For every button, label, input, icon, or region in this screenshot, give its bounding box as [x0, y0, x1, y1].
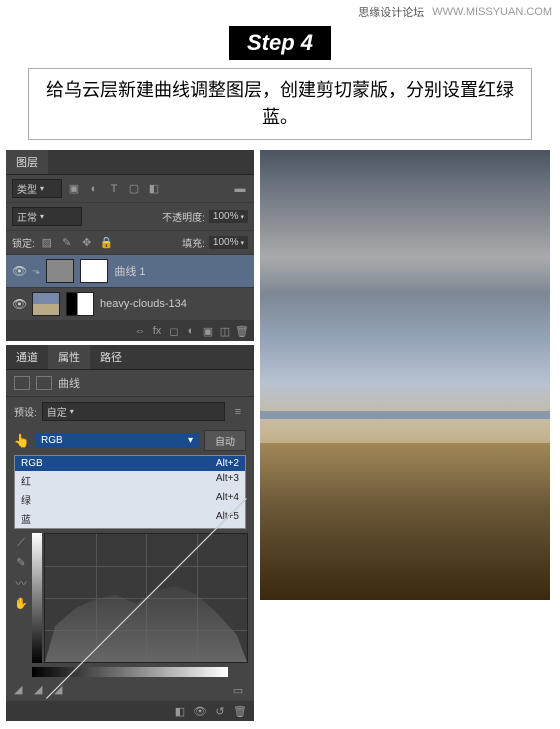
black-point-dropper-icon[interactable]: ◢ [14, 683, 28, 697]
curve-draw-tool-icon[interactable]: ✎ [16, 556, 25, 569]
site-name: 思缘设计论坛 [358, 4, 424, 20]
gray-point-dropper-icon[interactable]: ◢ [34, 683, 48, 697]
site-url: WWW.MISSYUAN.COM [432, 6, 552, 18]
preset-select[interactable]: 自定 [42, 402, 225, 421]
view-previous-icon[interactable]: 👁 [192, 704, 208, 718]
auto-button[interactable]: 自动 [204, 430, 246, 451]
mask-mode-icon[interactable] [36, 376, 52, 390]
fx-icon[interactable]: fx [150, 324, 164, 338]
channel-option-green[interactable]: 绿Alt+4 [15, 490, 245, 509]
trash-icon[interactable]: 🗑 [235, 324, 249, 338]
preset-menu-icon[interactable]: ≡ [230, 405, 246, 419]
curve-hand-icon[interactable]: ✋ [14, 597, 28, 610]
adjustment-title: 曲线 [58, 375, 80, 391]
channel-option-red[interactable]: 红Alt+3 [15, 471, 245, 490]
link-icon[interactable]: ⇔ [133, 324, 147, 338]
tab-channels[interactable]: 通道 [6, 345, 48, 369]
tab-paths[interactable]: 路径 [90, 345, 132, 369]
clip-to-layer-icon[interactable]: ◧ [172, 704, 188, 718]
group-icon[interactable]: ▣ [201, 324, 215, 338]
fill-input[interactable]: 100% [209, 236, 248, 249]
properties-panel: 通道 属性 路径 曲线 预设: 自定 ≡ 👆 RGB 自动 RGBAlt+2 [6, 345, 254, 721]
layer-thumb-image[interactable] [32, 292, 60, 316]
instruction-text: 给乌云层新建曲线调整图层，创建剪切蒙版，分别设置红绿蓝。 [28, 68, 532, 140]
lock-all-icon[interactable]: 🔒 [99, 236, 115, 250]
layer-name[interactable]: heavy-clouds-134 [100, 298, 187, 310]
channel-select[interactable]: RGB [35, 433, 199, 448]
clip-indicator-icon: ⬎ [32, 266, 40, 277]
visibility-icon[interactable]: 👁 [12, 264, 26, 278]
channel-option-rgb[interactable]: RGBAlt+2 [15, 456, 245, 471]
lock-pos-icon[interactable]: ✥ [79, 236, 95, 250]
filter-smart-icon[interactable]: ◧ [146, 182, 162, 196]
channel-option-blue[interactable]: 蓝Alt+5 [15, 509, 245, 528]
layer-thumb-curves[interactable] [46, 259, 74, 283]
filter-pixel-icon[interactable]: ▣ [66, 182, 82, 196]
fill-label: 填充: [182, 235, 205, 250]
visibility-icon[interactable]: 👁 [12, 297, 26, 311]
white-point-dropper-icon[interactable]: ◢ [54, 683, 68, 697]
filter-shape-icon[interactable]: ▢ [126, 182, 142, 196]
layers-panel: 图层 类型 ▣ ◐ T ▢ ◧ ▬ 正常 不透明度: 100% 锁定: ▨ [6, 150, 254, 341]
blend-mode-select[interactable]: 正常 [12, 207, 82, 226]
delete-adjustment-icon[interactable]: 🗑 [232, 704, 248, 718]
lock-pixel-icon[interactable]: ✎ [59, 236, 75, 250]
preset-label: 预设: [14, 404, 37, 419]
step-badge: Step 4 [229, 26, 331, 60]
reset-icon[interactable]: ↺ [212, 704, 228, 718]
preview-image [260, 150, 550, 600]
lock-trans-icon[interactable]: ▨ [39, 236, 55, 250]
channel-dropdown: RGBAlt+2 红Alt+3 绿Alt+4 蓝Alt+5 [14, 455, 246, 529]
curves-graph[interactable] [44, 533, 248, 663]
layer-mask-thumb[interactable] [80, 259, 108, 283]
filter-text-icon[interactable]: T [106, 182, 122, 196]
tab-properties[interactable]: 属性 [48, 345, 90, 369]
opacity-input[interactable]: 100% [209, 210, 248, 223]
filter-adjust-icon[interactable]: ◐ [86, 182, 102, 196]
layer-name[interactable]: 曲线 1 [114, 263, 145, 279]
mask-icon[interactable]: ◻ [167, 324, 181, 338]
output-gradient [32, 533, 42, 663]
curves-icon [14, 376, 30, 390]
new-layer-icon[interactable]: ◫ [218, 324, 232, 338]
curve-smooth-icon[interactable]: 〰 [16, 575, 27, 591]
curve-point-tool-icon[interactable]: ⟋ [17, 537, 25, 550]
target-adjust-icon[interactable]: 👆 [14, 434, 30, 448]
filter-toggle-icon[interactable]: ▬ [232, 182, 248, 196]
tab-layers[interactable]: 图层 [6, 150, 48, 174]
input-gradient [32, 667, 228, 677]
opacity-label: 不透明度: [162, 209, 205, 224]
layer-mask-thumb[interactable] [66, 292, 94, 316]
clip-toggle-icon[interactable]: ▭ [230, 683, 246, 697]
adjustment-icon[interactable]: ◐ [184, 324, 198, 338]
layer-row-image[interactable]: 👁 heavy-clouds-134 [6, 288, 254, 321]
layer-row-curves[interactable]: 👁 ⬎ 曲线 1 [6, 255, 254, 288]
filter-type-select[interactable]: 类型 [12, 179, 62, 198]
lock-label: 锁定: [12, 235, 35, 250]
